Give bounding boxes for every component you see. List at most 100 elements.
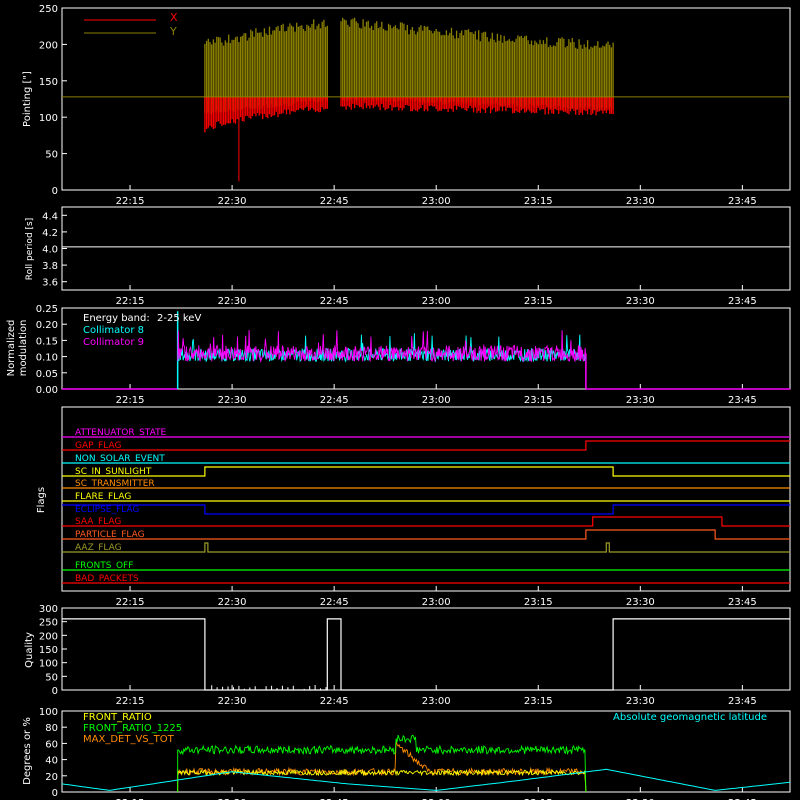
legend-collimator-8: Collimator 8 xyxy=(83,325,144,336)
ylabel-pointing: Pointing ["] xyxy=(22,71,33,127)
xtick-label-1-5: 23:30 xyxy=(626,296,655,307)
ytick-label-5-5: 100 xyxy=(39,707,58,718)
legend-x-label: X xyxy=(170,11,178,24)
flag-line-8 xyxy=(62,529,790,540)
ytick-label-2-5: 0.25 xyxy=(36,304,58,315)
xtick-label-4-5: 23:30 xyxy=(626,696,655,707)
xtick-label-0-4: 23:15 xyxy=(524,196,553,207)
ytick-label-0-5: 250 xyxy=(39,4,58,15)
xtick-label-1-6: 23:45 xyxy=(728,296,757,307)
ytick-label-4-5: 250 xyxy=(39,618,58,629)
ytick-label-1-1: 3.8 xyxy=(42,261,58,272)
ytick-label-5-3: 60 xyxy=(45,739,58,750)
xtick-label-1-3: 23:00 xyxy=(422,296,451,307)
legend-geomagnetic: Absolute geomagnetic latitude xyxy=(613,712,767,723)
flag-label-8: PARTICLE_FLAG xyxy=(75,530,145,540)
legend-front-ratio: FRONT_RATIO xyxy=(83,712,152,723)
series-front-ratio-1225 xyxy=(177,734,587,793)
ytick-label-2-4: 0.20 xyxy=(36,320,58,331)
legend-collimator-9: Collimator 9 xyxy=(83,337,144,348)
xtick-label-1-0: 22:15 xyxy=(116,296,145,307)
xtick-label-3-1: 22:30 xyxy=(218,597,247,608)
xtick-label-0-3: 23:00 xyxy=(422,196,451,207)
ytick-label-2-2: 0.10 xyxy=(36,353,58,364)
ytick-label-5-2: 40 xyxy=(45,756,58,767)
ytick-label-1-0: 3.6 xyxy=(42,278,58,289)
flag-label-9: AAZ_FLAG xyxy=(75,543,122,553)
ylabel-modulation-2: modulation xyxy=(18,320,29,377)
ytick-label-0-4: 200 xyxy=(39,40,58,51)
xtick-label-0-6: 23:45 xyxy=(728,196,757,207)
ytick-label-5-0: 0 xyxy=(52,788,58,799)
series-x-band xyxy=(204,96,614,133)
flag-line-6 xyxy=(62,504,790,515)
xtick-label-4-4: 23:15 xyxy=(524,696,553,707)
series-quality xyxy=(62,618,790,691)
energy-band-label: Energy band: xyxy=(83,313,150,324)
ytick-label-0-1: 50 xyxy=(45,150,58,161)
xtick-label-1-1: 22:30 xyxy=(218,296,247,307)
ytick-label-1-2: 4.0 xyxy=(42,245,58,256)
ytick-label-0-3: 150 xyxy=(39,77,58,88)
flag-label-0: ATTENUATOR_STATE xyxy=(75,428,167,438)
ylabel-quality: Quality xyxy=(24,632,35,668)
ytick-label-2-1: 0.05 xyxy=(36,369,58,380)
ylabel-flags: Flags xyxy=(36,487,47,513)
flag-line-9 xyxy=(62,542,790,553)
flag-line-1 xyxy=(62,440,790,451)
panel-frame-3 xyxy=(61,406,791,592)
ytick-label-4-0: 0 xyxy=(52,686,58,697)
flag-label-7: SAA_FLAG xyxy=(75,517,121,527)
flag-label-2: NON_SOLAR_EVENT xyxy=(75,454,165,464)
xtick-label-4-0: 22:15 xyxy=(116,696,145,707)
ytick-label-0-2: 100 xyxy=(39,113,58,124)
ytick-label-2-0: 0.00 xyxy=(36,385,58,396)
figure: 05010015020025022:15 22:30 22:45 23:00 23:15… xyxy=(6,4,791,800)
flag-label-6: ECLIPSE_FLAG xyxy=(75,505,139,515)
flag-label-11: BAD_PACKETS xyxy=(75,574,139,584)
xtick-label-2-4: 23:15 xyxy=(524,395,553,406)
xtick-label-3-5: 23:30 xyxy=(626,597,655,608)
ytick-label-4-4: 200 xyxy=(39,631,58,642)
xtick-label-4-6: 23:45 xyxy=(728,696,757,707)
flag-label-4: SC_TRANSMITTER xyxy=(75,479,155,489)
xtick-label-3-2: 22:45 xyxy=(320,597,349,608)
xtick-label-2-0: 22:15 xyxy=(116,395,145,406)
legend-y-label: Y xyxy=(169,25,177,38)
series-max-det xyxy=(177,740,587,793)
ytick-label-1-4: 4.4 xyxy=(42,211,58,222)
ytick-label-5-4: 80 xyxy=(45,723,58,734)
ytick-label-2-3: 0.15 xyxy=(36,336,58,347)
flag-label-3: SC_IN_SUNLIGHT xyxy=(75,467,152,477)
xtick-label-0-5: 23:30 xyxy=(626,196,655,207)
series-collimator-9 xyxy=(177,329,587,363)
xtick-label-4-1: 22:30 xyxy=(218,696,247,707)
ytick-label-0-0: 0 xyxy=(52,186,58,197)
xtick-label-3-6: 23:45 xyxy=(728,597,757,608)
xtick-label-3-3: 23:00 xyxy=(422,597,451,608)
xtick-label-4-2: 22:45 xyxy=(320,696,349,707)
flag-line-7 xyxy=(62,516,790,527)
flag-line-3 xyxy=(62,466,790,477)
xtick-label-0-1: 22:30 xyxy=(218,196,247,207)
energy-band-value: 2-25 keV xyxy=(157,313,201,324)
ylabel-degrees: Degrees or % xyxy=(22,717,33,785)
panel-frame-4 xyxy=(61,607,791,691)
xtick-label-2-3: 23:00 xyxy=(422,395,451,406)
xtick-label-3-0: 22:15 xyxy=(116,597,145,608)
xtick-label-2-2: 22:45 xyxy=(320,395,349,406)
ytick-label-5-1: 20 xyxy=(45,772,58,783)
xtick-label-1-4: 23:15 xyxy=(524,296,553,307)
xtick-label-4-3: 23:00 xyxy=(422,696,451,707)
ytick-label-4-2: 100 xyxy=(39,659,58,670)
xtick-label-0-2: 22:45 xyxy=(320,196,349,207)
xtick-label-2-1: 22:30 xyxy=(218,395,247,406)
ytick-label-4-3: 150 xyxy=(39,645,58,656)
xtick-label-3-4: 23:15 xyxy=(524,597,553,608)
ytick-label-1-3: 4.2 xyxy=(42,228,58,239)
legend-front-ratio-1225: FRONT_RATIO_1225 xyxy=(83,723,182,734)
panel-frame-1 xyxy=(61,206,791,291)
ylabel-roll-period: Roll period [s] xyxy=(25,218,35,280)
xtick-label-0-0: 22:15 xyxy=(116,196,145,207)
xtick-label-2-6: 23:45 xyxy=(728,395,757,406)
